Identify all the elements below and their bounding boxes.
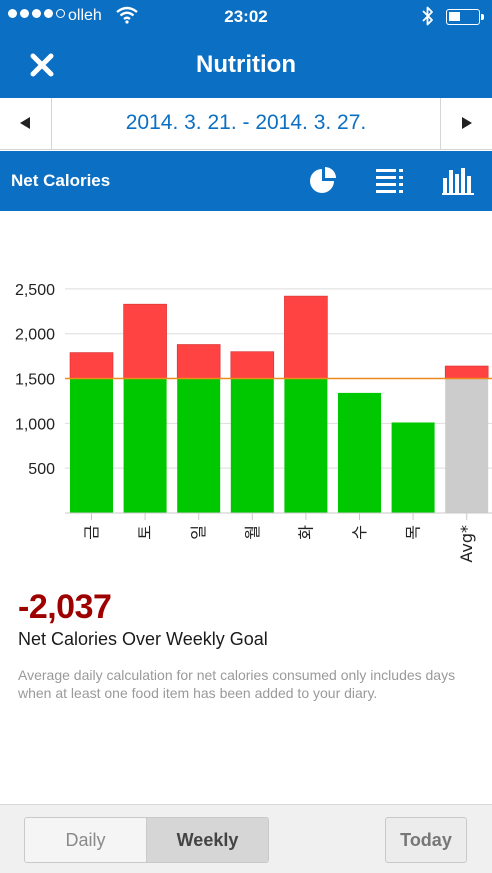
y-tick-label: 1,500 xyxy=(15,372,55,389)
date-range-selector: 2014. 3. 21. - 2014. 3. 27. xyxy=(0,98,492,150)
bar-under-goal xyxy=(123,378,167,513)
x-tick-label: 월 xyxy=(243,525,262,540)
bar-under-goal xyxy=(284,378,328,513)
y-tick-label: 500 xyxy=(28,461,55,478)
bar-over-goal xyxy=(444,365,489,379)
period-segmented-control: Daily Weekly xyxy=(24,817,269,863)
bottom-toolbar: Daily Weekly Today xyxy=(0,804,492,873)
bar-under-goal xyxy=(70,378,113,513)
bar-over-goal xyxy=(284,295,328,379)
bar-under-goal xyxy=(177,378,221,513)
weekly-tab[interactable]: Weekly xyxy=(147,818,268,862)
bar-over-goal xyxy=(176,344,221,379)
chevron-right-icon xyxy=(462,117,472,129)
date-range-label[interactable]: 2014. 3. 21. - 2014. 3. 27. xyxy=(52,111,440,135)
x-tick-label: 수 xyxy=(350,525,369,540)
previous-week-button[interactable] xyxy=(0,98,52,149)
net-calories-over-goal-value: -2,037 xyxy=(18,588,112,626)
daily-tab[interactable]: Daily xyxy=(25,818,147,862)
next-week-button[interactable] xyxy=(440,98,492,149)
today-button[interactable]: Today xyxy=(385,817,467,863)
status-bar: olleh 23:02 xyxy=(0,0,492,34)
y-tick-label: 1,000 xyxy=(15,416,55,433)
battery-icon xyxy=(446,9,484,25)
bar-over-goal xyxy=(123,303,167,379)
section-title: Net Calories xyxy=(11,171,111,190)
section-header: Net Calories xyxy=(0,151,492,211)
x-tick-label: 토 xyxy=(136,525,155,540)
bar-over-goal xyxy=(230,351,275,379)
pie-chart-icon[interactable] xyxy=(307,166,339,196)
y-tick-label: 2,500 xyxy=(15,282,55,299)
x-tick-label: 화 xyxy=(296,525,315,540)
chevron-left-icon xyxy=(20,117,30,129)
summary-block: -2,037 Net Calories Over Weekly Goal Ave… xyxy=(18,588,478,702)
x-tick-label: Avg* xyxy=(457,525,476,563)
bar-under-goal xyxy=(391,422,435,513)
average-calculation-note: Average daily calculation for net calori… xyxy=(18,667,456,701)
page-title: Nutrition xyxy=(196,51,296,78)
bar-over-goal xyxy=(69,352,114,379)
bar-chart-icon[interactable] xyxy=(441,166,474,196)
y-tick-label: 2,000 xyxy=(15,327,55,344)
x-tick-label: 일 xyxy=(189,525,208,540)
nav-bar: Nutrition xyxy=(0,34,492,98)
bar-under-goal xyxy=(338,392,381,513)
x-tick-label: 목 xyxy=(404,525,423,540)
x-tick-label: 금 xyxy=(82,525,101,540)
net-calories-over-goal-label: Net Calories Over Weekly Goal xyxy=(18,629,268,649)
bluetooth-icon xyxy=(421,5,435,32)
bar-under-goal xyxy=(230,378,274,513)
list-icon[interactable] xyxy=(374,166,406,196)
bar-under-goal xyxy=(445,378,489,513)
clock: 23:02 xyxy=(224,7,268,26)
net-calories-bar-chart: 500 1,000 1,500 2,000 2,500 금 토 일 월 화 수 목 Avg* xyxy=(15,282,492,563)
